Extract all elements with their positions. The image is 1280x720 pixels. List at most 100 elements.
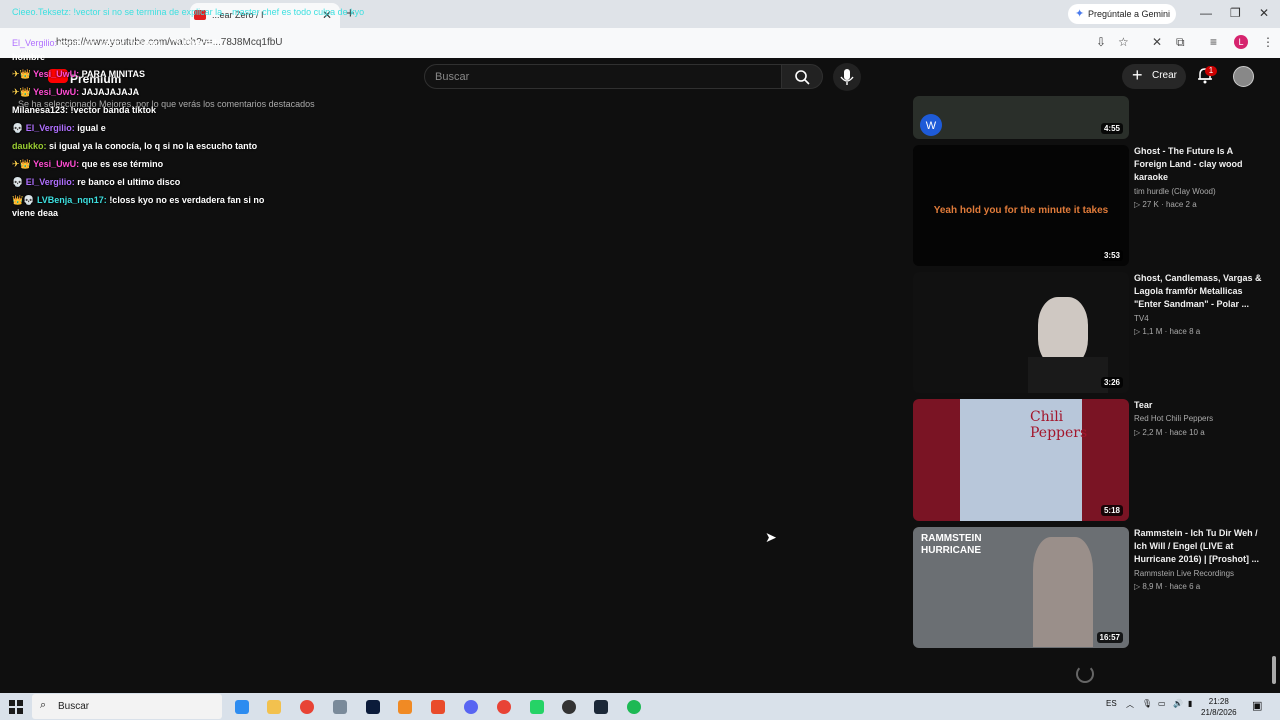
extensions-icon[interactable]: ⧉ — [1176, 35, 1185, 50]
screen: ...ear Zero / I ✕ + ✦ Pregúntale a Gemin… — [0, 0, 1280, 720]
fl-studio-icon[interactable] — [398, 700, 412, 714]
chat-text: igual e — [77, 123, 106, 133]
spotify-icon[interactable] — [627, 700, 641, 714]
chat-message: ✈👑 Yesi_UwU: que es ese término — [12, 159, 163, 170]
video-views: 27 K — [1142, 200, 1159, 209]
video-channel[interactable]: Rammstein Live Recordings — [1134, 569, 1234, 578]
video-channel[interactable]: tim hurdle (Clay Wood) — [1134, 187, 1216, 196]
search-icon: ⌕ — [40, 699, 47, 711]
taskbar-search-input[interactable]: ⌕ Buscar — [32, 694, 222, 719]
loading-spinner-icon — [1076, 665, 1094, 683]
brave-icon[interactable] — [431, 700, 445, 714]
performer-body — [1028, 357, 1108, 393]
video-age: hace 10 a — [1169, 428, 1205, 437]
network-icon[interactable]: ▭ — [1158, 699, 1166, 708]
video-duration: 3:53 — [1100, 250, 1123, 261]
video-title[interactable]: Rammstein - Ich Tu Dir Weh / Ich Will / … — [1134, 527, 1262, 566]
chat-text: si igual ya la conocía, lo q si no la es… — [49, 141, 258, 151]
taskbar-clock[interactable]: 21:28 21/8/2026 — [1201, 696, 1237, 718]
app-icon[interactable] — [333, 700, 347, 714]
video-title[interactable]: Tear — [1134, 399, 1262, 412]
menu-kebab-icon[interactable]: ⋮ — [1262, 35, 1274, 49]
install-app-icon[interactable]: ⇩ — [1096, 35, 1106, 49]
search-button[interactable] — [781, 64, 823, 89]
notifications-count-badge: 1 — [1205, 66, 1217, 76]
minimize-icon[interactable]: — — [1200, 6, 1212, 20]
thumbnail-caption: Yeah hold you for the minute it takes — [933, 205, 1109, 216]
chat-badge-icon: ✈👑 — [12, 69, 31, 79]
chat-text: !vector banda tiktok — [70, 105, 157, 115]
mouse-cursor-icon: ➤ — [765, 529, 777, 545]
chat-username: El_Vergilio: — [25, 177, 75, 187]
video-channel[interactable]: TV4 — [1134, 314, 1149, 323]
steam-icon[interactable] — [594, 700, 608, 714]
tray-chevron-icon[interactable]: ︿ — [1126, 699, 1134, 710]
chat-username: Yesi_UwU: — [33, 87, 80, 97]
chat-text: viene deaa — [12, 208, 59, 218]
performer-figure — [1033, 537, 1093, 647]
voice-search-button[interactable] — [833, 63, 861, 91]
video-duration: 3:26 — [1100, 377, 1123, 388]
plus-icon: + — [1132, 65, 1143, 85]
video-age: hace 2 a — [1165, 200, 1197, 209]
chat-message: daukko: si igual ya la conocía, lo q si … — [12, 141, 257, 151]
profile-avatar[interactable]: L — [1234, 35, 1248, 49]
search-input[interactable]: Buscar — [424, 64, 782, 89]
thumbnail-caption: RAMMSTEIN HURRICANE — [921, 533, 982, 556]
scrollbar-thumb[interactable] — [1272, 656, 1276, 684]
photoshop-icon[interactable] — [366, 700, 380, 714]
chat-overlay-url-line: El_Vergilio: como dijo vector portman ..… — [12, 38, 226, 48]
bookmark-star-icon[interactable]: ☆ — [1118, 35, 1129, 49]
gemini-star-icon: ✦ — [1075, 8, 1085, 20]
video-channel[interactable]: Red Hot Chili Peppers — [1134, 414, 1213, 423]
chrome-active-icon[interactable] — [497, 700, 511, 714]
chrome-icon[interactable] — [300, 700, 314, 714]
video-thumbnail[interactable]: RAMMSTEIN HURRICANE 16:57 — [913, 527, 1129, 648]
volume-icon[interactable]: 🔊 — [1173, 699, 1183, 708]
video-meta: ▷ 27 K · hace 2 a — [1134, 200, 1197, 209]
copilot-app-icon[interactable] — [235, 700, 249, 714]
close-window-icon[interactable]: ✕ — [1259, 6, 1269, 20]
account-avatar[interactable] — [1233, 66, 1254, 87]
microphone-tray-icon[interactable]: 🎙 — [1142, 699, 1152, 708]
video-duration: 4:55 — [1100, 123, 1123, 134]
notification-center-icon[interactable]: ▣ — [1252, 699, 1262, 712]
video-thumbnail[interactable]: Chili Peppers 5:18 — [913, 399, 1129, 521]
video-views: 1,1 M — [1142, 327, 1163, 336]
video-thumbnail[interactable]: W 4:55 — [913, 96, 1129, 139]
translate-icon[interactable]: ✕ — [1152, 35, 1162, 49]
chat-badge-icon: ✈👑 — [12, 159, 31, 169]
discord-icon[interactable] — [464, 700, 478, 714]
warner-logo-icon: W — [920, 114, 942, 136]
video-title[interactable]: Ghost, Candlemass, Vargas & Lagola framf… — [1134, 272, 1262, 311]
whatsapp-icon[interactable] — [530, 700, 544, 714]
video-thumbnail[interactable]: Yeah hold you for the minute it takes 3:… — [913, 145, 1129, 266]
video-views: 2,2 M — [1142, 428, 1163, 437]
video-age: hace 6 a — [1169, 582, 1201, 591]
chat-username: Yesi_UwU: — [33, 159, 80, 169]
gemini-label: Pregúntale a Gemini — [1088, 9, 1171, 19]
create-label: Crear — [1152, 70, 1178, 81]
chat-username: Yesi_UwU: — [33, 69, 80, 79]
video-title[interactable]: Ghost - The Future Is A Foreign Land - c… — [1134, 145, 1262, 184]
chat-message: 💀 El_Vergilio: re banco el ultimo disco — [12, 177, 180, 188]
chat-message: 👑💀 LVBenja_nqn17: !closs kyo no es verda… — [12, 195, 264, 206]
chat-overlay-line: hombre — [12, 52, 46, 62]
svg-text:W: W — [926, 120, 937, 132]
video-duration: 5:18 — [1100, 505, 1123, 516]
video-age: hace 8 a — [1169, 327, 1201, 336]
video-duration: 16:57 — [1096, 632, 1123, 643]
chat-badge-icon: 👑💀 — [12, 195, 35, 205]
language-indicator[interactable]: ES — [1106, 699, 1117, 708]
media-control-icon[interactable]: ≡ — [1210, 35, 1217, 49]
windows-start-icon[interactable] — [9, 700, 23, 714]
search-icon — [795, 70, 810, 85]
maximize-icon[interactable]: ❐ — [1230, 6, 1241, 20]
video-thumbnail[interactable]: 3:26 — [913, 272, 1129, 393]
obs-icon[interactable] — [562, 700, 576, 714]
gemini-button[interactable]: ✦ Pregúntale a Gemini — [1068, 4, 1176, 24]
create-button[interactable]: + Crear — [1122, 64, 1186, 89]
battery-icon[interactable]: ▮ — [1188, 699, 1192, 708]
chat-message: viene deaa — [12, 208, 58, 218]
file-explorer-icon[interactable] — [267, 700, 281, 714]
